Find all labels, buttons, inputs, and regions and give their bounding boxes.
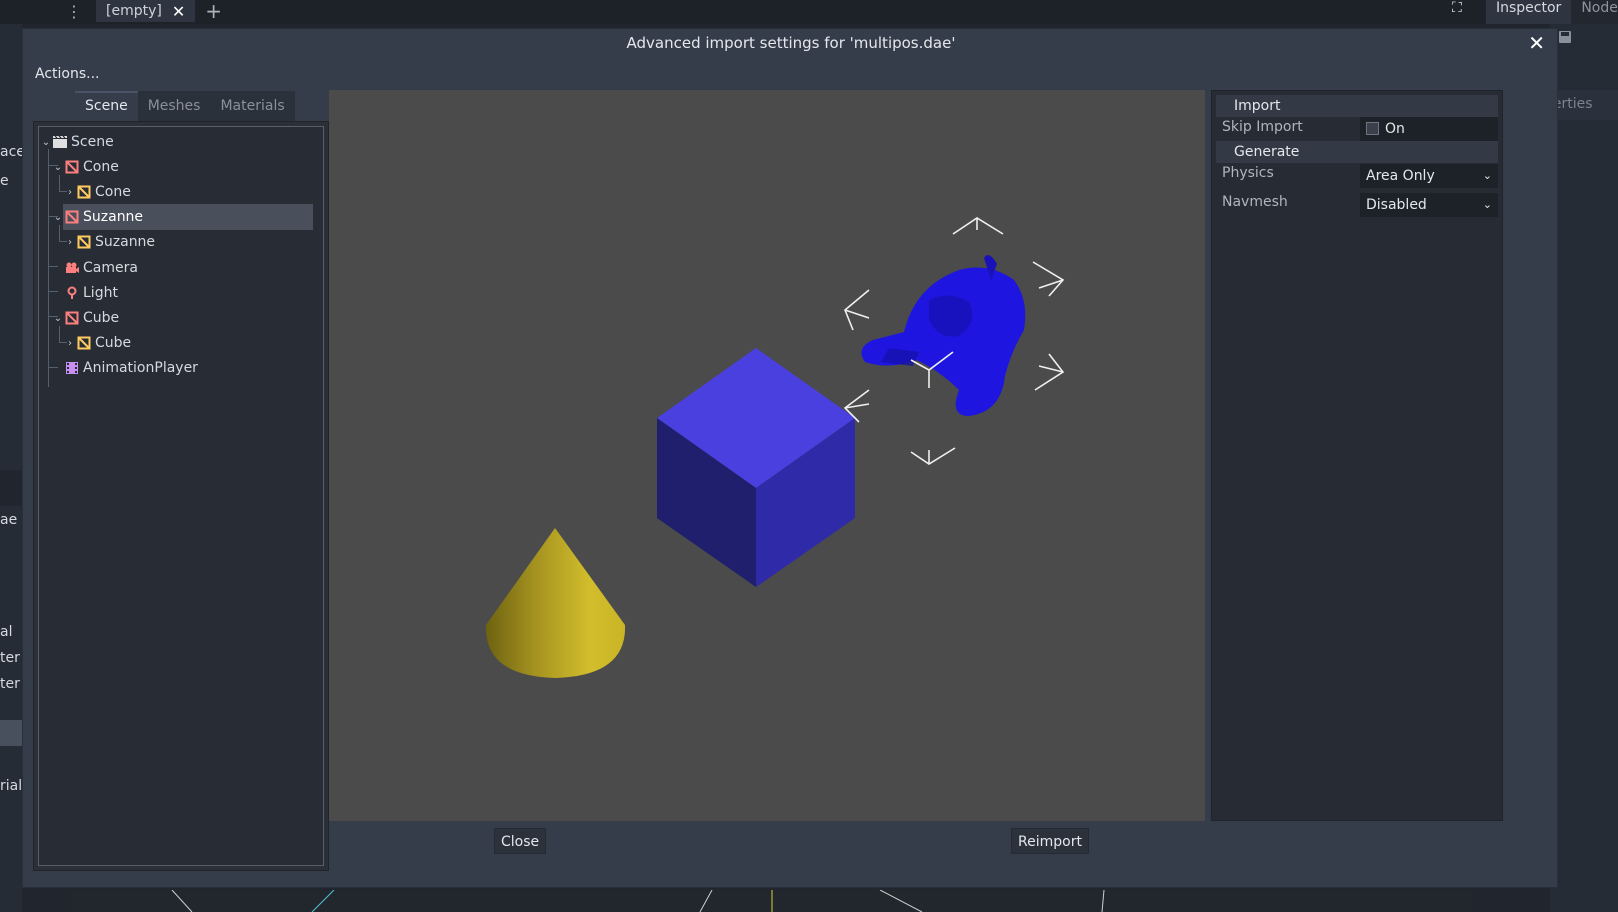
scene-tab-empty[interactable]: [empty] ✕	[96, 0, 196, 22]
dock-separator	[0, 470, 22, 506]
dock-text-fragment: al	[0, 624, 13, 640]
scene-icon	[53, 135, 67, 148]
expand-arrow-icon[interactable]: ›	[65, 338, 75, 349]
navmesh-label: Navmesh	[1222, 194, 1288, 210]
skip-import-label: Skip Import	[1222, 119, 1303, 135]
tab-scene[interactable]: Scene	[75, 91, 138, 121]
scene-tab-label: [empty]	[106, 3, 162, 19]
tab-materials[interactable]: Materials	[210, 91, 295, 121]
node-icon	[65, 311, 79, 325]
collapse-arrow-icon[interactable]: ⌄	[53, 162, 63, 173]
cone-mesh	[485, 528, 626, 678]
dock-text-fragment: ae	[0, 512, 18, 528]
collapse-arrow-icon[interactable]: ⌄	[53, 313, 63, 324]
tab-inspector[interactable]: Inspector	[1486, 0, 1572, 24]
dock-text-fragment: ter	[0, 676, 20, 692]
tree-item-suzanne[interactable]: ⌄ Suzanne	[39, 204, 323, 230]
generate-section[interactable]: Generate	[1216, 141, 1498, 163]
chevron-down-icon: ⌄	[1482, 198, 1492, 211]
scene-tree-panel: Scene Meshes Materials ⌄ Scene ⌄ Cone › …	[33, 91, 329, 875]
distraction-free-icon[interactable]: ⛶	[1452, 0, 1462, 16]
tree-item-cone[interactable]: ⌄ Cone	[39, 154, 323, 180]
tree-item-cone-mesh[interactable]: › Cone	[39, 179, 323, 205]
3d-preview-viewport[interactable]	[329, 90, 1205, 821]
tab-bar: Scene Meshes Materials	[75, 91, 295, 121]
light-icon	[67, 286, 77, 299]
tree-item-light[interactable]: Light	[39, 280, 323, 306]
tree-item-label: Cube	[95, 335, 132, 351]
import-section[interactable]: Import	[1216, 95, 1498, 117]
animation-icon	[66, 362, 78, 374]
collapse-arrow-icon[interactable]: ⌄	[53, 212, 63, 223]
advanced-import-dialog: Advanced import settings for 'multipos.d…	[22, 28, 1558, 888]
physics-label: Physics	[1222, 165, 1274, 181]
skip-import-value: On	[1385, 121, 1405, 137]
scene-tabs: ⋮ [empty] ✕ +	[64, 0, 222, 23]
tree-item-cube-mesh[interactable]: › Cube	[39, 330, 323, 356]
dock-text-fragment: rial	[0, 778, 22, 794]
tree-item-label: Cone	[83, 159, 119, 175]
mesh-icon	[77, 336, 91, 350]
close-icon[interactable]: ✕	[1528, 31, 1545, 55]
tree-panel: ⌄ Scene ⌄ Cone › Cone ⌄ Suzanne › Suzann…	[33, 121, 329, 871]
tab-node[interactable]: Node	[1571, 0, 1618, 24]
checkbox-icon[interactable]	[1366, 121, 1379, 135]
dock-text-fragment: ter	[0, 650, 20, 666]
more-icon[interactable]: ⋮	[64, 2, 84, 21]
skip-import-checkbox[interactable]: On	[1360, 117, 1498, 141]
dialog-title: Advanced import settings for 'multipos.d…	[626, 34, 956, 52]
tree-item-label: Scene	[71, 134, 114, 150]
properties-filter[interactable]: perties	[1550, 90, 1618, 120]
dock-text-fragment: ace	[0, 144, 22, 160]
camera-icon	[66, 262, 79, 273]
editor-top-bar	[0, 0, 1618, 24]
background-viewport	[72, 890, 1472, 912]
cube-mesh	[657, 348, 855, 587]
tree-item-label: Light	[83, 285, 118, 301]
actions-menu[interactable]: Actions...	[35, 63, 100, 85]
collapse-arrow-icon[interactable]: ⌄	[41, 137, 51, 148]
navmesh-value: Disabled	[1366, 197, 1427, 213]
left-dock: ace e ae al ter ter rial	[0, 24, 22, 912]
navmesh-dropdown[interactable]: Disabled ⌄	[1360, 193, 1498, 217]
tree-item-label: Cube	[83, 310, 120, 326]
save-icon[interactable]	[1558, 30, 1572, 44]
tree-item-label: Camera	[83, 260, 138, 276]
tree-item-camera[interactable]: Camera	[39, 255, 323, 281]
right-dock-tabs: Inspector Node	[1486, 0, 1618, 24]
dock-text-fragment: e	[0, 173, 9, 189]
chevron-down-icon: ⌄	[1482, 169, 1492, 182]
node-icon	[65, 210, 79, 224]
tree-item-scene[interactable]: ⌄ Scene	[39, 129, 323, 155]
tree-item-animationplayer[interactable]: AnimationPlayer	[39, 355, 323, 381]
dock-selected-row	[0, 720, 22, 746]
physics-dropdown[interactable]: Area Only ⌄	[1360, 164, 1498, 188]
tree-item-suzanne-mesh[interactable]: › Suzanne	[39, 229, 323, 255]
tree-item-label: AnimationPlayer	[83, 360, 198, 376]
mesh-icon	[77, 235, 91, 249]
add-tab-icon[interactable]: +	[205, 0, 222, 23]
reimport-button[interactable]: Reimport	[1011, 828, 1089, 854]
tree-item-label: Suzanne	[95, 234, 156, 250]
node-icon	[65, 160, 79, 174]
mesh-icon	[77, 185, 91, 199]
preview-scene	[485, 217, 1065, 678]
expand-arrow-icon[interactable]: ›	[65, 187, 75, 198]
close-button[interactable]: Close	[494, 828, 547, 854]
expand-arrow-icon[interactable]: ›	[65, 237, 75, 248]
tree-item-label: Suzanne	[83, 209, 144, 225]
tree-item-cube[interactable]: ⌄ Cube	[39, 305, 323, 331]
import-settings-inspector: Import Skip Import On Generate Physics A…	[1211, 90, 1503, 821]
tree-item-label: Cone	[95, 184, 131, 200]
close-tab-icon[interactable]: ✕	[172, 2, 185, 21]
right-dock: perties	[1550, 24, 1618, 912]
tab-meshes[interactable]: Meshes	[137, 91, 211, 121]
physics-value: Area Only	[1366, 168, 1435, 184]
suzanne-mesh	[861, 255, 1026, 416]
scene-tree: ⌄ Scene ⌄ Cone › Cone ⌄ Suzanne › Suzann…	[38, 126, 324, 866]
